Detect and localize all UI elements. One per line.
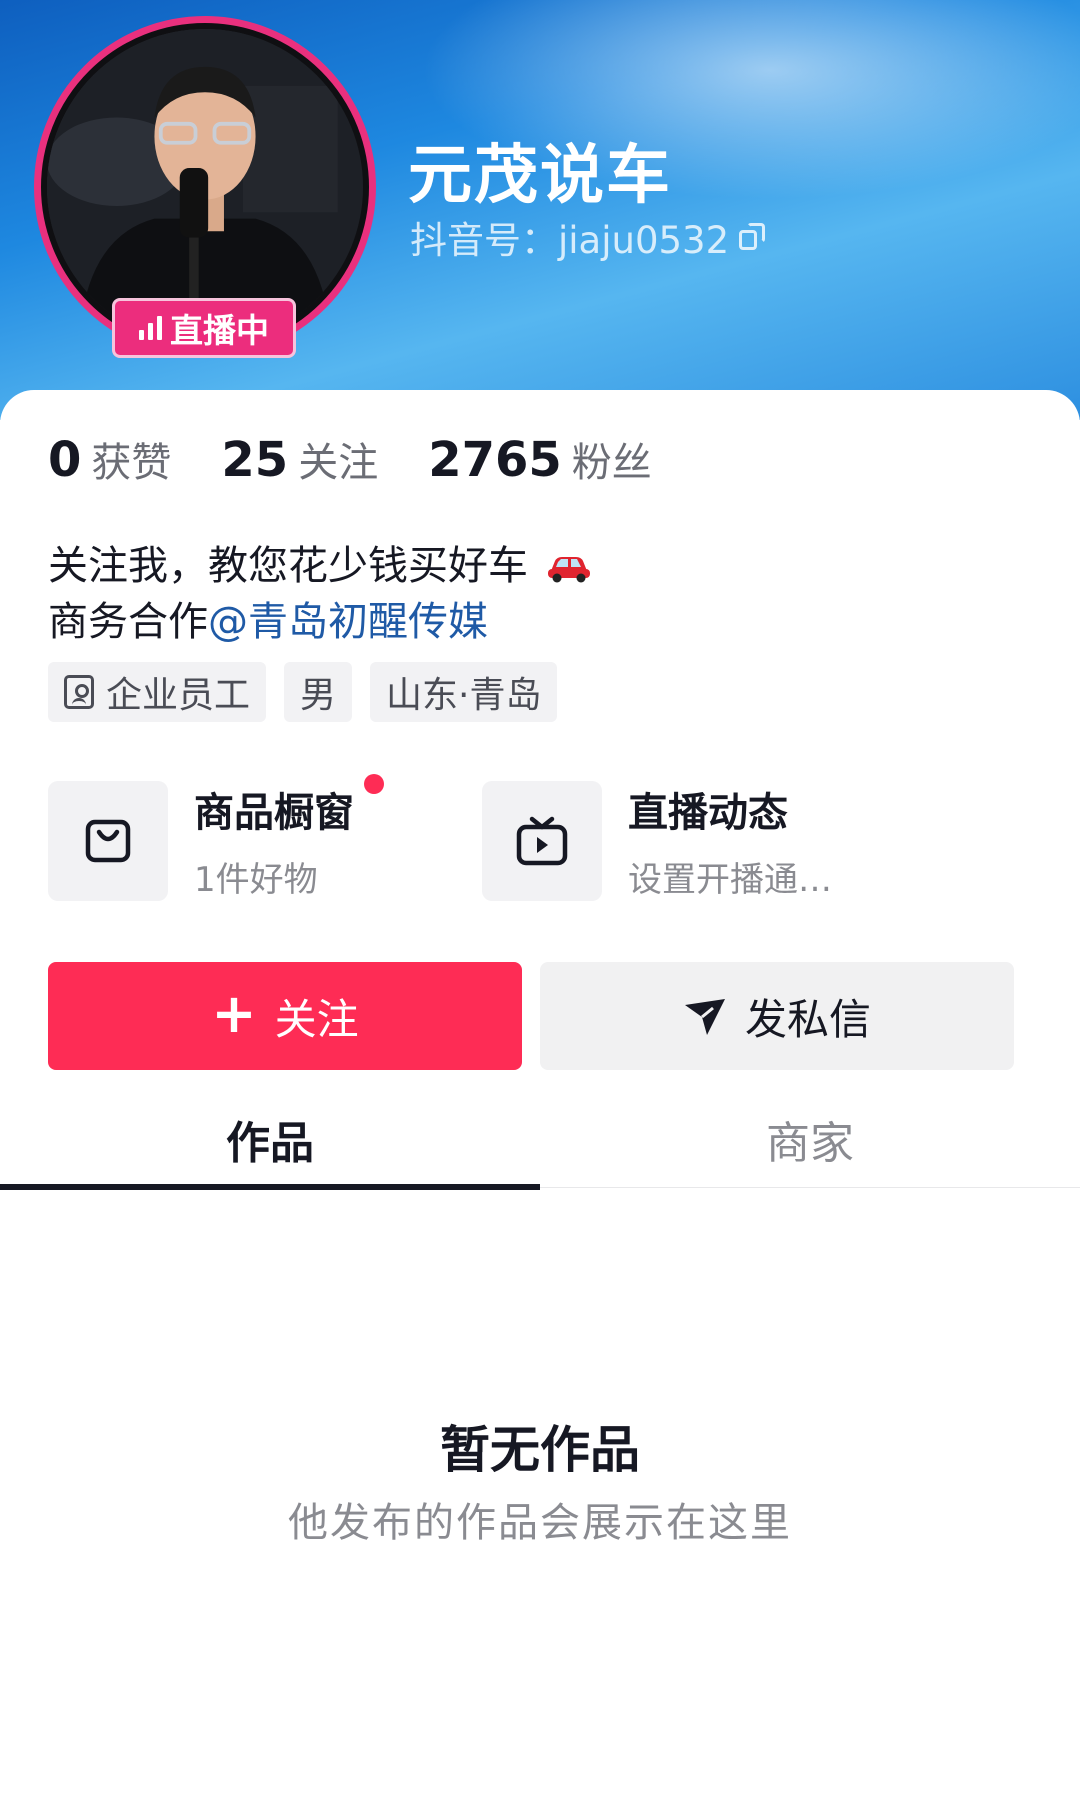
douyin-id-text: 抖音号：jiaju0532 [410,219,730,262]
stat-likes-count: 0 [48,432,82,488]
follow-button-label: 关注 [274,994,359,1044]
id-badge-icon [64,675,94,709]
stat-followers-count: 2765 [428,432,562,488]
tag-location: 山东·青岛 [370,662,558,722]
send-icon [684,999,725,1035]
live-updates-title: 直播动态 [628,790,788,836]
live-tv-icon [516,816,568,865]
stat-followers-label: 粉丝 [571,440,652,486]
car-emoji-icon [547,557,590,583]
stat-likes-label: 获赞 [91,440,172,486]
tags-row: 企业员工 男 山东·青岛 [48,662,558,722]
stat-following-label: 关注 [298,440,379,486]
empty-state-subtitle: 他发布的作品会展示在这里 [288,1500,792,1546]
shop-window-icon-box [48,780,168,901]
profile-card: 0 获赞 25 关注 2765 粉丝 关注我，教您花少钱买好车 商务合作@青岛初… [0,390,1080,1797]
copy-icon[interactable] [739,223,767,251]
live-updates-subtitle: 设置开播通… [628,860,832,900]
tab-works[interactable]: 作品 [0,1090,540,1190]
shopping-bag-icon [85,819,131,862]
bio-mention-link[interactable]: @青岛初醒传媒 [208,599,488,645]
stat-following[interactable]: 25 关注 [221,430,378,488]
tag-occupation: 企业员工 [48,662,267,722]
profile-header: 直播中 元茂说车 抖音号：jiaju0532 [0,0,1080,420]
stats-row: 0 获赞 25 关注 2765 粉丝 [48,430,652,488]
bio: 关注我，教您花少钱买好车 商务合作@青岛初醒传媒 [48,538,593,650]
empty-state-title: 暂无作品 [440,1421,640,1479]
live-signal-icon [139,316,162,340]
shop-window-title-text: 商品橱窗 [194,790,354,836]
tag-occupation-label: 企业员工 [106,675,251,716]
nickname: 元茂说车 [408,139,672,213]
douyin-id: 抖音号：jiaju0532 [410,210,767,264]
feature-live-updates[interactable]: 直播动态 设置开播通… [482,780,832,901]
tag-gender-label: 男 [300,675,337,716]
live-badge-label: 直播中 [170,311,269,350]
notification-dot [364,774,384,794]
shop-window-title: 商品橱窗 [194,774,384,838]
live-badge[interactable]: 直播中 [112,298,296,358]
message-button[interactable]: 发私信 [540,962,1014,1070]
bio-line-2: 商务合作@青岛初醒传媒 [48,594,593,650]
bio-line-1-text: 关注我，教您花少钱买好车 [48,543,528,589]
bio-line-1: 关注我，教您花少钱买好车 [48,538,593,594]
tab-merchant[interactable]: 商家 [540,1090,1080,1188]
tag-gender: 男 [284,662,353,722]
tag-location-label: 山东·青岛 [386,675,542,716]
content-tabs: 作品 商家 [0,1090,1080,1190]
stat-followers[interactable]: 2765 粉丝 [428,430,652,488]
live-updates-icon-box [482,780,602,901]
follow-button[interactable]: + 关注 [48,962,522,1070]
message-button-label: 发私信 [744,994,871,1044]
live-updates-text: 直播动态 设置开播通… [628,780,832,901]
shop-window-subtitle: 1件好物 [194,860,318,900]
stat-likes[interactable]: 0 获赞 [48,430,171,488]
bio-line-2-prefix: 商务合作 [48,599,208,645]
feature-shop-window[interactable]: 商品橱窗 1件好物 [48,774,384,901]
stat-following-count: 25 [221,432,289,488]
shop-window-text: 商品橱窗 1件好物 [194,774,384,901]
plus-icon: + [211,982,257,1045]
